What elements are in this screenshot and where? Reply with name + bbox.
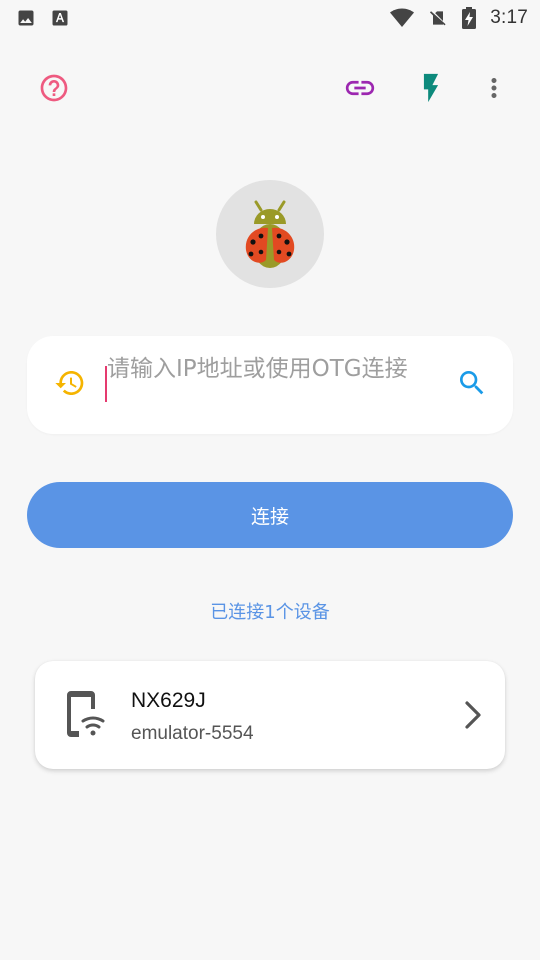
connect-button-label: 连接 [250,505,289,528]
search-button[interactable] [453,366,491,404]
link-button[interactable] [336,66,384,114]
more-vert-icon [479,73,509,107]
link-icon [343,71,377,109]
phone-wifi-icon [65,689,105,741]
no-sim-icon [428,7,448,29]
chevron-right-icon [459,699,487,731]
ladybug-android-icon [230,192,310,276]
help-circle-icon [38,72,70,108]
battery-charging-icon [462,7,477,29]
status-bar: 3:17 [0,0,540,36]
help-button[interactable] [30,66,78,114]
device-name: NX629J [131,689,206,712]
history-button[interactable] [51,366,89,404]
device-list-item[interactable]: NX629J emulator-5554 [35,661,505,769]
image-icon [16,8,36,28]
overflow-menu-button[interactable] [470,66,518,114]
address-input-card: 请输入IP地址或使用OTG连接 [27,336,513,434]
flash-icon [414,71,448,109]
ip-address-input[interactable]: 请输入IP地址或使用OTG连接 [105,352,445,418]
device-serial: emulator-5554 [131,723,254,744]
ip-address-placeholder: 请输入IP地址或使用OTG连接 [107,356,408,382]
app-logo [216,180,324,288]
toolbar [0,60,540,120]
search-icon [456,367,488,403]
history-icon [54,367,86,403]
status-right: 3:17 [390,7,528,29]
flash-button[interactable] [407,66,455,114]
text-a-icon [50,8,70,28]
status-time: 3:17 [490,7,528,28]
wifi-icon [390,8,415,28]
status-left [16,8,70,28]
connect-button[interactable]: 连接 [27,482,513,548]
connected-devices-status[interactable]: 已连接1个设备 [0,598,540,626]
